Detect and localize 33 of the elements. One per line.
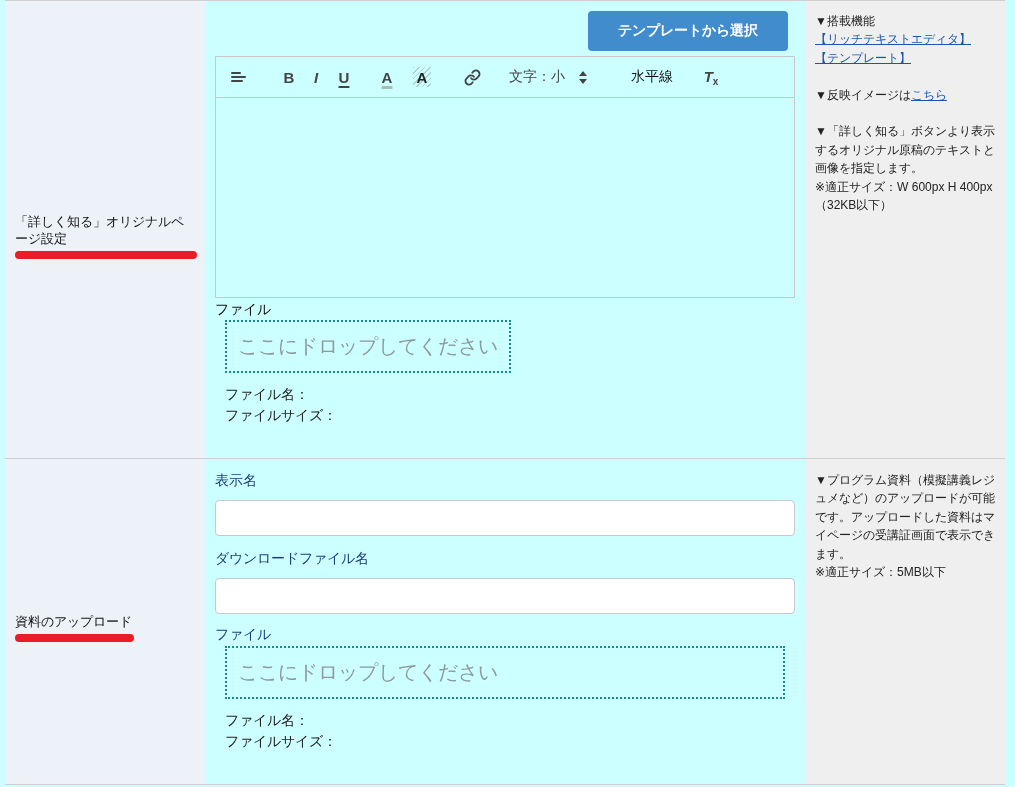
italic-button[interactable]: I [304,65,328,89]
help-text: ▼「詳しく知る」ボタンより表示するオリジナル原稿のテキストと画像を指定します。 [815,123,996,178]
file-size-label: ファイルサイズ： [225,406,337,425]
feature-link[interactable]: 【テンプレート】 [815,48,911,68]
preview-note: ▼反映イメージはこちら [815,86,948,104]
text-input[interactable] [215,578,795,614]
align-left-icon[interactable] [230,71,246,83]
row-label: 「詳しく知る」オリジナルページ設定 [15,212,185,247]
note-heading: ▼搭載機能 [815,13,876,30]
rich-text-editor[interactable]: B I U A A 文字：小 水平線 T$_{x}$ [215,56,795,298]
feature-link[interactable]: 【リッチテキストエディタ】 [815,30,971,49]
background-color-button[interactable]: A [413,67,431,87]
underline-button[interactable]: U [332,65,356,89]
up-down-caret-icon[interactable] [579,70,587,84]
file-name-label: ファイル名： [225,711,309,730]
file-label: ファイル [215,625,272,643]
file-size-label: ファイルサイズ： [225,732,337,751]
horizontal-rule-button[interactable]: 水平線 [629,65,675,89]
field-label: ダウンロードファイル名 [215,549,369,568]
file-name-label: ファイル名： [225,385,309,404]
clear-format-button[interactable]: T$_{x}$ [699,65,723,89]
font-size-select[interactable]: 文字：小 [509,65,599,89]
help-text: ▼プログラム資料（模擬講義レジュメなど）のアップロードが可能です。アップロードした資料はマイページの受講証画面で表示できます。 [815,472,996,563]
bold-button[interactable]: B [277,65,301,89]
row-label: 資料のアップロード [15,613,132,630]
help-text: ※適正サイズ：5MB以下 [815,564,947,582]
help-text: ※適正サイズ：W 600px H 400px（32KB以下） [815,178,994,215]
font-color-button[interactable]: A [375,65,399,89]
text-input[interactable] [215,500,795,536]
file-label: ファイル [215,300,272,318]
template-button[interactable]: テンプレートから選択 [588,11,788,51]
preview-link[interactable]: こちら [910,87,947,102]
field-label: 表示名 [215,471,257,490]
